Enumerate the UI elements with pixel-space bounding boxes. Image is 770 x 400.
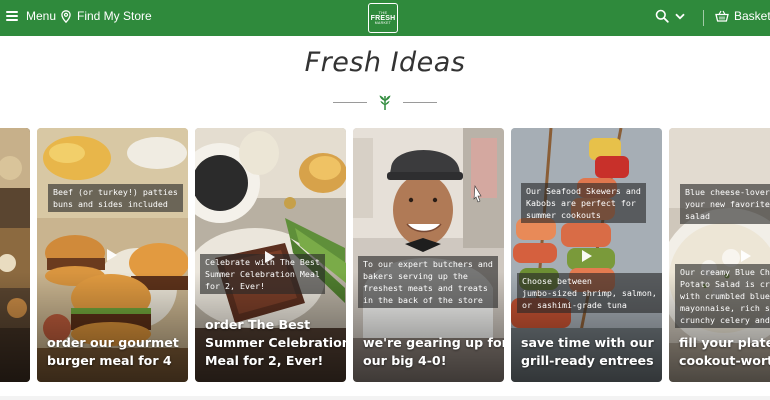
basket-button[interactable]: Basket [715, 9, 770, 23]
search-icon [655, 9, 669, 23]
card-overlay-text: To our expert butchers and bakers servin… [358, 256, 498, 308]
find-my-store-link[interactable]: Find My Store [61, 9, 152, 23]
card-overlay-text: Beef (or turkey!) patties buns and sides… [48, 184, 183, 212]
card-title: order our gourmet burger meal for 4 [47, 335, 179, 368]
idea-card-grill-ready[interactable]: Our Seafood Skewers and Kabobs are perfe… [511, 128, 662, 382]
section-bottom-rule [0, 396, 770, 400]
card-overlay-text: Our Seafood Skewers and Kabobs are perfe… [521, 183, 646, 223]
page-title: Fresh Ideas [304, 47, 466, 78]
play-icon[interactable] [741, 250, 751, 262]
chevron-down-icon [675, 13, 685, 19]
card-overlay-text: Blue cheese-lovers, your new favorite sa… [680, 184, 770, 224]
card-title: save time with our grill-ready entrees [521, 335, 654, 368]
find-my-store-label: Find My Store [77, 9, 152, 23]
card-overlay-text: Celebrate with The Best Summer Celebrati… [200, 254, 325, 294]
menu-label: Menu [26, 9, 57, 23]
play-icon[interactable] [582, 250, 592, 262]
card-title: order The Best Summer Celebration Meal f… [205, 317, 346, 368]
logo-line3: MARKET [374, 20, 392, 25]
search-toggle[interactable] [655, 9, 685, 23]
idea-card-summer-celebration[interactable]: Celebrate with The Best Summer Celebrati… [195, 128, 346, 382]
basket-icon [715, 10, 729, 22]
hamburger-icon [6, 11, 18, 21]
card-overlay-text-secondary: Our creamy Blue Ch Potato Salad is cr wi… [675, 264, 770, 328]
heading-ornament [333, 93, 437, 111]
play-icon[interactable] [107, 249, 117, 261]
card-title: fill your plate wi cookout-worthy [679, 335, 770, 368]
ornament-line-left [333, 102, 367, 103]
location-pin-icon [61, 9, 71, 23]
idea-card-burger-meal[interactable]: Beef (or turkey!) patties buns and sides… [37, 128, 188, 382]
the-fresh-market-logo[interactable]: THE FRESH MARKET [368, 3, 398, 33]
card-shade [0, 272, 30, 382]
play-icon[interactable] [265, 251, 275, 263]
top-nav-bar: Menu Find My Store THE FRESH MARKET Bask… [0, 0, 770, 36]
card-overlay-text-secondary: Choose between jumbo-sized shrimp, salmo… [517, 273, 662, 313]
sprig-icon [379, 95, 391, 110]
card-title: we're gearing up for our big 4-0! [363, 335, 504, 368]
idea-card-potato-salad[interactable]: Blue cheese-lovers, your new favorite sa… [669, 128, 770, 382]
menu-button[interactable]: Menu [6, 9, 56, 23]
idea-card-big-4-0[interactable]: To our expert butchers and bakers servin… [353, 128, 504, 382]
basket-label: Basket [734, 9, 770, 23]
nav-divider [703, 10, 704, 26]
ornament-line-right [403, 102, 437, 103]
idea-card[interactable] [0, 128, 30, 382]
